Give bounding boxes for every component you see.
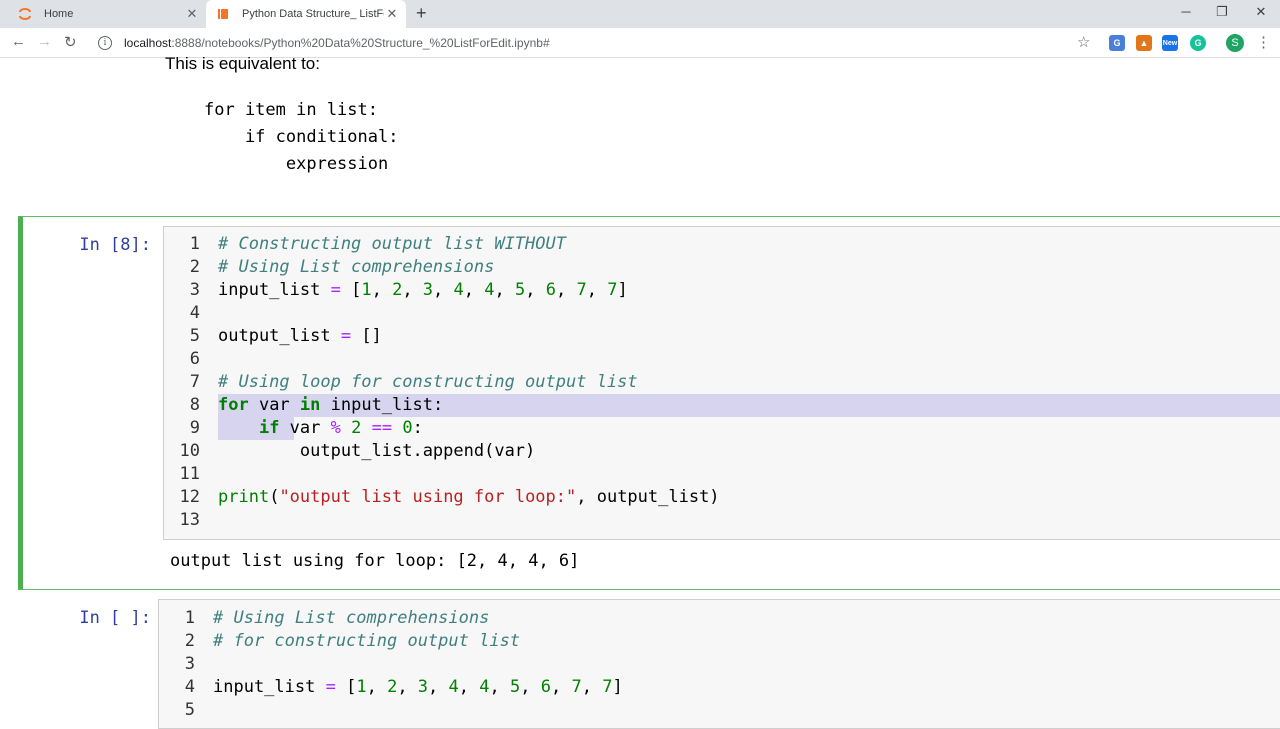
line-number: 9 — [189, 418, 200, 438]
code-cell[interactable]: In [ ]: 1 # Using List comprehensions 2 # … — [18, 598, 1280, 729]
tab-strip: Home ✕ Python Data Structure_ ListForEdi… — [0, 0, 1280, 28]
window-close-icon[interactable]: ✕ — [1251, 4, 1271, 20]
line-number: 13 — [179, 510, 200, 530]
reload-icon[interactable]: ↻ — [64, 33, 77, 51]
code-line: 10 output_list.append(var) — [164, 440, 1280, 463]
avatar[interactable]: S — [1226, 34, 1244, 52]
line-number: 5 — [184, 700, 195, 720]
markdown-code-line: expression — [204, 154, 389, 174]
back-icon[interactable]: ← — [11, 33, 26, 50]
code-editor[interactable]: 1 # Constructing output list WITHOUT 2 # U… — [163, 226, 1280, 540]
notebook-icon — [216, 7, 230, 21]
code-line-selected: 8 for var in input_list: — [164, 394, 1280, 417]
markdown-code-line: if conditional: — [204, 127, 399, 147]
forward-icon[interactable]: → — [37, 33, 52, 50]
info-icon[interactable]: i — [98, 36, 112, 50]
code-cell-selected[interactable]: In [8]: 1 # Constructing output list WITH… — [18, 216, 1280, 590]
line-number: 1 — [189, 234, 200, 254]
line-number: 2 — [189, 257, 200, 277]
bookmark-star-icon[interactable]: ☆ — [1077, 33, 1090, 51]
code-line: 3 — [159, 653, 1280, 676]
code-line: 7 # Using loop for constructing output li… — [164, 371, 1280, 394]
tab-title: Python Data Structure_ ListForEdit — [242, 8, 384, 20]
line-number: 6 — [189, 349, 200, 369]
metamask-icon[interactable]: ▲ — [1136, 35, 1152, 51]
tab-home[interactable]: Home ✕ — [8, 0, 206, 28]
code-line: 1 # Using List comprehensions — [159, 607, 1280, 630]
code-line: 4 input_list = [1, 2, 3, 4, 4, 5, 6, 7, 7… — [159, 676, 1280, 699]
code-line: 6 — [164, 348, 1280, 371]
line-number: 3 — [189, 280, 200, 300]
line-number: 2 — [184, 631, 195, 651]
new-badge-label: New — [1162, 39, 1178, 47]
code-line: 3 input_list = [1, 2, 3, 4, 4, 5, 6, 7, 7… — [164, 279, 1280, 302]
line-number: 7 — [189, 372, 200, 392]
code-line: 2 # for constructing output list — [159, 630, 1280, 653]
cell-prompt: In [8]: — [79, 235, 151, 255]
cell-prompt: In [ ]: — [79, 608, 151, 628]
url-host: localhost — [124, 36, 172, 50]
code-line: 9 if var % 2 == 0: — [164, 417, 1280, 440]
restore-icon[interactable]: ❐ — [1212, 4, 1232, 20]
code-line: 13 — [164, 509, 1280, 532]
minimize-icon[interactable]: ─ — [1176, 4, 1196, 19]
code-line: 2 # Using List comprehensions — [164, 256, 1280, 279]
translate-icon[interactable]: G — [1109, 35, 1125, 51]
line-number: 10 — [179, 441, 200, 461]
line-number: 12 — [179, 487, 200, 507]
browser-menu-icon[interactable]: ⋮ — [1256, 33, 1271, 51]
tab-title: Home — [44, 8, 74, 20]
markdown-code-line: for item in list: — [204, 100, 378, 120]
line-number: 1 — [184, 608, 195, 628]
line-number: 3 — [184, 654, 195, 674]
new-badge-icon[interactable]: New — [1162, 35, 1178, 51]
url-path: :8888/notebooks/Python%20Data%20Structur… — [171, 36, 550, 50]
new-tab-icon[interactable]: + — [416, 3, 427, 24]
line-number: 4 — [184, 677, 195, 697]
close-icon[interactable]: ✕ — [384, 6, 400, 22]
code-line: 5 output_list = [] — [164, 325, 1280, 348]
markdown-text: This is equivalent to: — [165, 54, 320, 73]
line-number: 4 — [189, 303, 200, 323]
address-bar[interactable]: i localhost:8888/notebooks/Python%20Data… — [92, 31, 1102, 55]
line-number: 11 — [179, 464, 200, 484]
tab-notebook[interactable]: Python Data Structure_ ListForEdit ✕ — [206, 0, 406, 28]
grammarly-icon[interactable]: G — [1190, 35, 1206, 51]
line-number: 5 — [189, 326, 200, 346]
code-editor[interactable]: 1 # Using List comprehensions 2 # for cons… — [158, 599, 1280, 729]
line-number: 8 — [189, 395, 200, 415]
jupyter-icon — [18, 7, 32, 21]
code-line: 4 — [164, 302, 1280, 325]
code-line: 12 print("output list using for loop:", o… — [164, 486, 1280, 509]
code-line: 1 # Constructing output list WITHOUT — [164, 233, 1280, 256]
code-line: 11 — [164, 463, 1280, 486]
close-icon[interactable]: ✕ — [184, 6, 200, 22]
cell-output: output list using for loop: [2, 4, 4, 6] — [170, 551, 580, 571]
code-line: 5 — [159, 699, 1280, 722]
avatar-initial: S — [1231, 37, 1239, 49]
